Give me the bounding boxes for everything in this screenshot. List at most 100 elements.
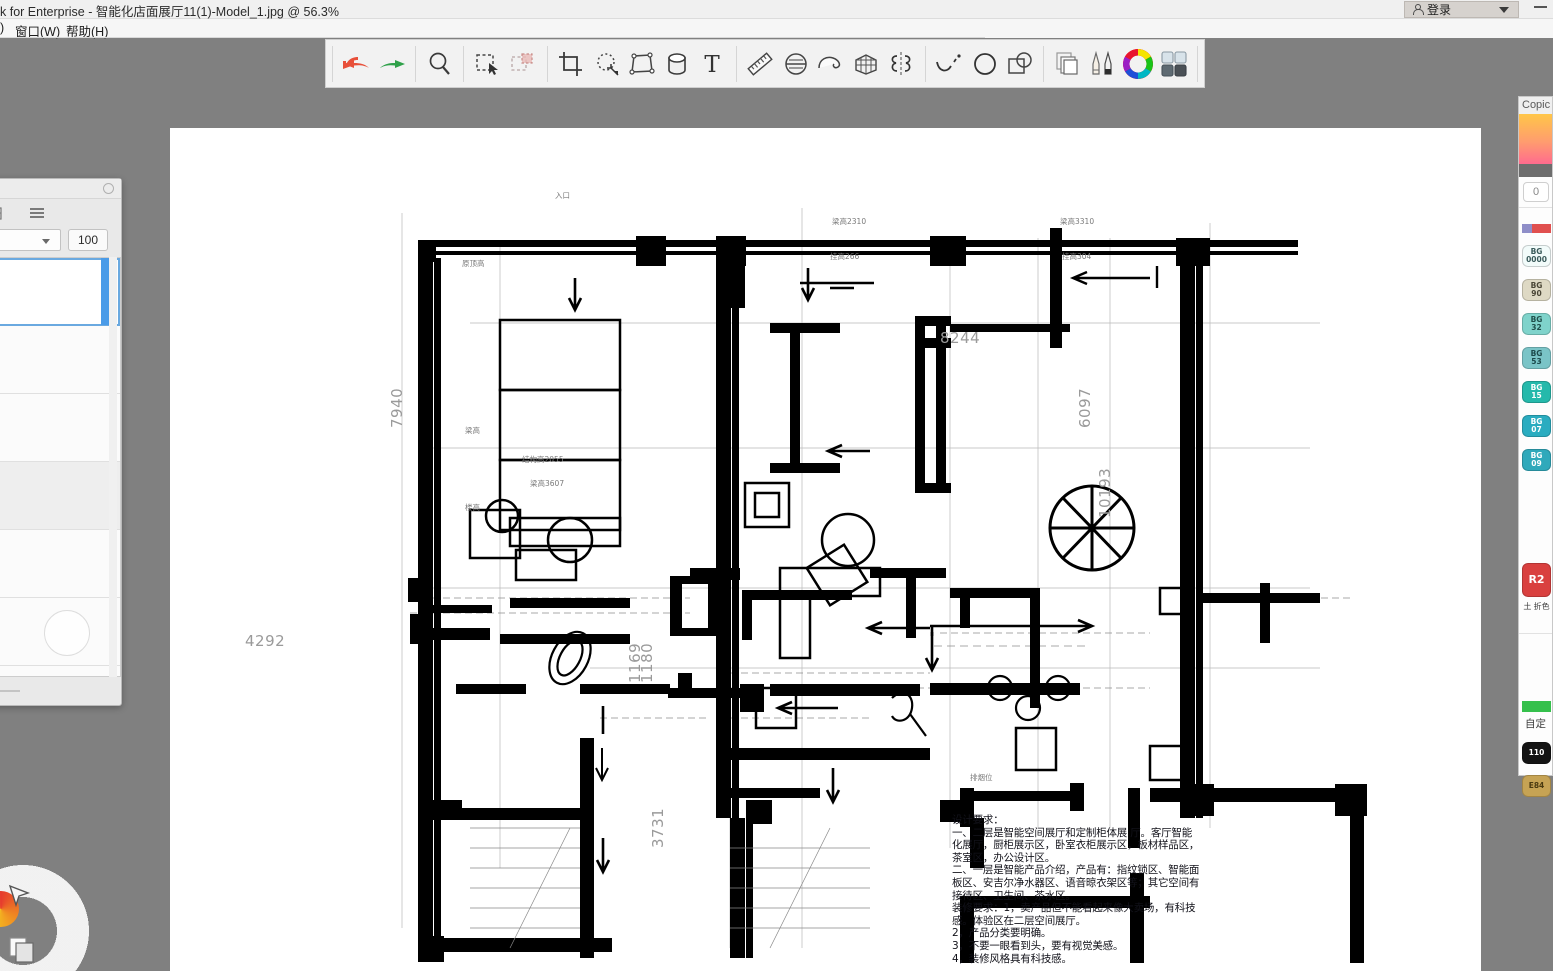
cursor-icon[interactable] — [6, 882, 32, 913]
document-canvas[interactable]: 7940 10193 4292 1169 1180 3731 6097 8244… — [170, 128, 1481, 971]
toolbar-divider — [546, 45, 548, 82]
color-swatch[interactable]: BG 15 — [1522, 381, 1551, 403]
svg-text:8244: 8244 — [940, 329, 980, 347]
layers-icon[interactable] — [1050, 44, 1085, 84]
toolbar-divider — [1043, 45, 1045, 82]
color-swatch[interactable]: E84 — [1522, 775, 1551, 797]
menu-bar: ) 窗口(W) 帮助(H) — [0, 19, 1553, 39]
window-title: k for Enterprise - 智能化店面展厅11(1)-Model_1.… — [0, 5, 339, 19]
layer-panel-footer — [0, 681, 121, 701]
layer-blend-row: 标准 100 — [0, 227, 121, 255]
svg-text:挂高266: 挂高266 — [830, 251, 860, 261]
color-swatch[interactable]: BG 09 — [1522, 449, 1551, 471]
color-swatch[interactable]: BG 53 — [1522, 347, 1551, 369]
close-icon[interactable] — [103, 183, 114, 194]
menu-divider — [0, 37, 985, 38]
swatch-number: 0000 — [1526, 255, 1547, 264]
text-icon[interactable]: T — [695, 44, 730, 84]
note-line: 一、二层是智能空间展厅和定制柜体展 厅。客厅智能 — [952, 826, 1193, 839]
note-line: 3，不要一眼看到头，要有视觉美感。 — [952, 939, 1124, 952]
brushes-icon[interactable] — [1086, 44, 1121, 84]
list-item[interactable]: 11 — [0, 258, 120, 326]
color-swatch[interactable]: BG 32 — [1522, 313, 1551, 335]
radial-tool-menu[interactable] — [0, 856, 98, 971]
note-line: 2，产品分类要明确。 — [952, 927, 1052, 940]
design-requirements-note: 设计要求： 一、二层是智能空间展厅和定制柜体展 厅。客厅智能 化展厅，厨柜展示区… — [952, 814, 1252, 965]
undo-icon[interactable] — [339, 44, 374, 84]
ruler-icon[interactable] — [743, 44, 778, 84]
toolbar-divider — [1197, 45, 1199, 82]
login-button[interactable]: 登录 — [1404, 1, 1519, 18]
list-item[interactable]: 9 — [0, 462, 120, 530]
symmetry-ruler-icon[interactable] — [884, 44, 919, 84]
transform-icon[interactable] — [624, 44, 659, 84]
color-panel[interactable]: Copic 0 BG 0000 BG 90 BG 32 BG 53 BG 15 … — [1518, 96, 1553, 797]
panel-menu-icon[interactable] — [15, 200, 59, 226]
copy-icon[interactable] — [8, 936, 38, 969]
swatch-sub-label: 土 折色 — [1523, 602, 1550, 611]
redo-icon[interactable] — [374, 44, 409, 84]
menu-item-partial[interactable]: ) — [0, 21, 4, 35]
layer-list[interactable]: 11 10 12 9 叠底 1 — [0, 257, 121, 677]
swatch-number: 90 — [1531, 289, 1542, 298]
curve-ruler-icon[interactable] — [813, 44, 848, 84]
chevron-down-icon[interactable] — [1499, 7, 1509, 13]
list-item[interactable]: 10 — [0, 326, 120, 394]
note-line: 装修要求：1，卖产品但不能看起来像大卖场，有科技 — [952, 902, 1196, 915]
svg-text:入口: 入口 — [555, 191, 570, 200]
color-swatch[interactable]: BG 90 — [1522, 279, 1551, 301]
green-color-bar[interactable] — [1522, 701, 1551, 712]
recent-colors-strip[interactable] — [1522, 224, 1551, 233]
user-icon — [1412, 4, 1424, 15]
opacity-field[interactable]: 100 — [68, 229, 108, 251]
color-swatch[interactable]: BG 0000 — [1522, 245, 1551, 267]
list-item[interactable] — [0, 598, 120, 666]
resize-grip[interactable] — [0, 690, 20, 692]
move-selection-icon[interactable] — [589, 44, 624, 84]
swatch-number: 09 — [1531, 459, 1542, 468]
note-line: 化展厅，厨柜展示区，卧室衣柜展示区，板材样品区， — [952, 839, 1200, 852]
panel-divider — [1519, 633, 1552, 634]
list-item[interactable] — [0, 666, 120, 676]
marquee-add-icon[interactable] — [506, 44, 541, 84]
note-line: 接待区、卫生间、茶水区。 — [952, 889, 1076, 902]
toolbar-divider — [924, 45, 926, 82]
layer-list-scrollbar[interactable] — [109, 257, 117, 677]
svg-text:原顶高: 原顶高 — [462, 258, 485, 268]
login-label: 登录 — [1427, 3, 1452, 17]
svg-text:3731: 3731 — [649, 808, 667, 848]
svg-text:梁高3607: 梁高3607 — [530, 478, 564, 488]
svg-text:7940: 7940 — [388, 388, 406, 428]
swatch-number: 15 — [1531, 391, 1542, 400]
color-swatch[interactable]: R2 — [1522, 563, 1551, 597]
custom-color-label: 自定 — [1525, 718, 1546, 730]
layer-panel-titlebar[interactable] — [0, 179, 121, 199]
marquee-select-icon[interactable] — [470, 44, 505, 84]
materials-icon[interactable] — [1156, 44, 1191, 84]
svg-text:挂高304: 挂高304 — [1062, 251, 1092, 261]
color-value-field[interactable]: 0 — [1523, 182, 1549, 202]
svg-text:10193: 10193 — [1096, 468, 1114, 518]
layer-panel[interactable]: 标准 100 11 10 12 — [0, 178, 122, 706]
list-item[interactable]: 叠底 1 — [0, 530, 120, 598]
curve-line-icon[interactable] — [932, 44, 967, 84]
ellipse-icon[interactable] — [967, 44, 1002, 84]
layer-folder-icon[interactable] — [0, 200, 15, 226]
swatch-code: E84 — [1528, 780, 1545, 790]
magnifier-icon[interactable] — [422, 44, 457, 84]
color-swatch[interactable]: 110 — [1522, 742, 1551, 764]
crop-icon[interactable] — [554, 44, 589, 84]
shape-combine-icon[interactable] — [1002, 44, 1037, 84]
minimize-icon[interactable] — [1534, 6, 1547, 8]
opacity-value: 100 — [77, 233, 99, 247]
paint-bucket-icon[interactable] — [659, 44, 694, 84]
color-wheel-icon[interactable] — [1121, 44, 1156, 84]
perspective-ruler-icon[interactable] — [778, 44, 813, 84]
list-item[interactable]: 12 — [0, 394, 120, 462]
blend-mode-select[interactable]: 标准 — [0, 229, 61, 251]
color-gradient-preview[interactable] — [1519, 114, 1552, 164]
color-swatch[interactable]: BG 07 — [1522, 415, 1551, 437]
svg-text:楼高: 楼高 — [465, 502, 480, 512]
grid-ruler-icon[interactable] — [848, 44, 883, 84]
svg-text:梁高: 梁高 — [465, 425, 480, 435]
